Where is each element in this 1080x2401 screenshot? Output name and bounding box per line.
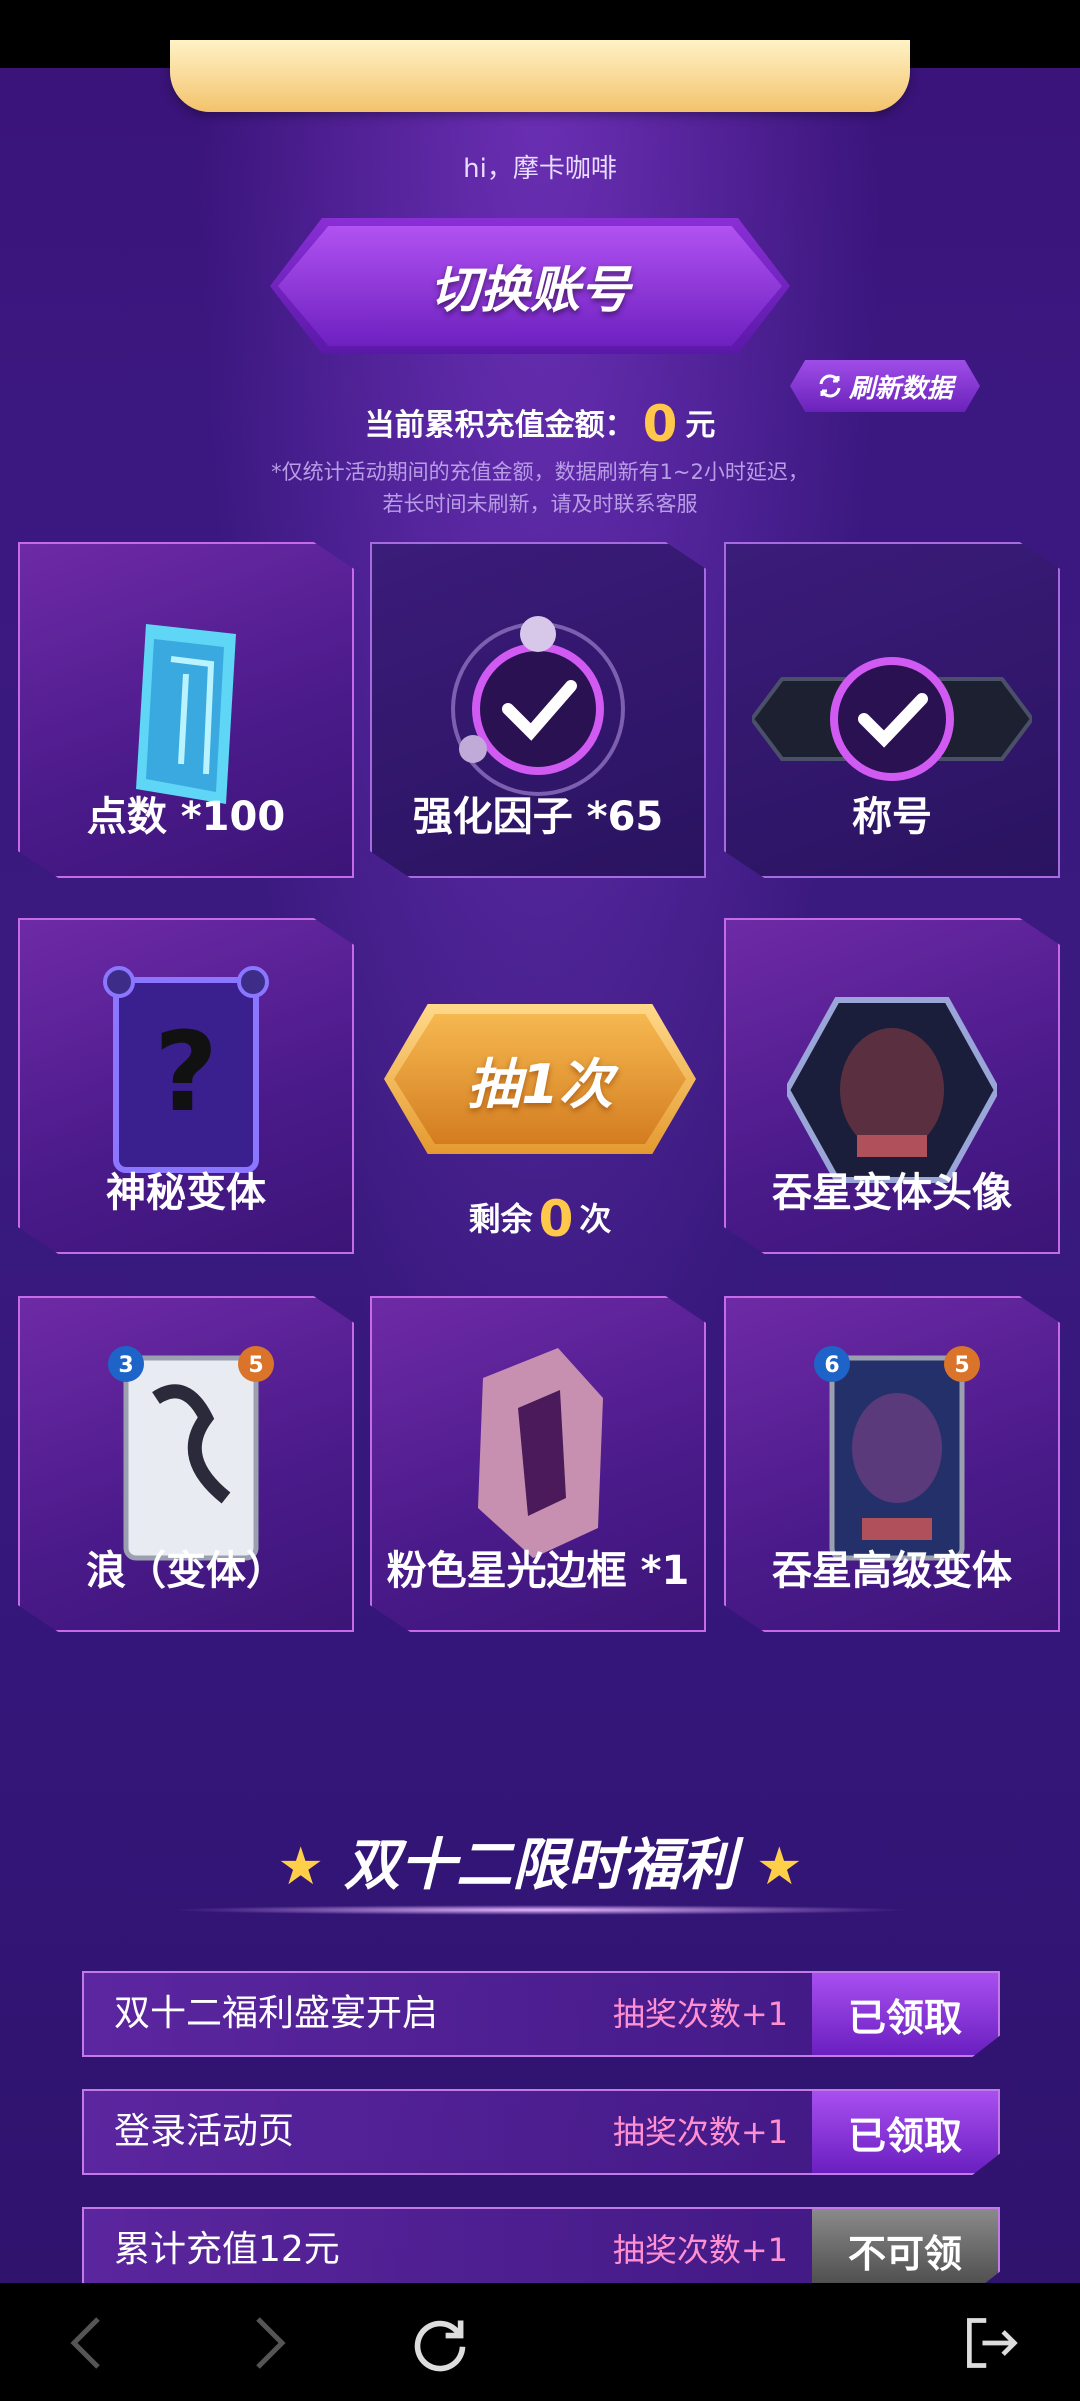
note-line-2: 若长时间未刷新，请及时联系客服 <box>382 492 698 516</box>
remaining-prefix: 剩余 <box>468 1200 533 1238</box>
prize-card-points: 点数 *100 <box>18 542 354 878</box>
title-divider <box>170 1905 910 1915</box>
amount-label: 当前累积充值金额： <box>364 408 635 443</box>
switch-account-button[interactable]: 切换账号 <box>270 218 790 354</box>
greeting-text: hi，摩卡咖啡 <box>463 154 617 184</box>
remaining-draws: 剩余 0 次 <box>384 1190 696 1248</box>
task-reward: 抽奖次数+1 <box>612 2113 788 2151</box>
wave-power: 5 <box>248 1353 263 1378</box>
prize-card-wave-variant: 3 5 浪（变体） <box>18 1296 354 1632</box>
galactus-card-icon: 6 5 <box>814 1346 980 1561</box>
task-claim-button[interactable]: 已领取 <box>812 2091 998 2173</box>
prize-label: 粉色星光边框 *1 <box>386 1548 690 1594</box>
star-icon: ★ <box>756 1837 803 1897</box>
galactus-power: 5 <box>954 1353 969 1378</box>
task-claim-button[interactable]: 已领取 <box>812 1973 998 2055</box>
note-line-1: *仅统计活动期间的充值金额，数据刷新有1~2小时延迟， <box>271 460 809 484</box>
section-title-text: 双十二限时福利 <box>344 1833 736 1898</box>
prize-label: 强化因子 *65 <box>412 794 664 840</box>
task-reward: 抽奖次数+1 <box>612 1995 788 2033</box>
pink-frame-icon <box>478 1348 603 1558</box>
exit-icon[interactable] <box>960 2313 1020 2373</box>
checkmark-badge-icon <box>752 657 1032 781</box>
prize-label: 点数 *100 <box>86 794 286 840</box>
top-banner <box>170 40 910 112</box>
amount-value: 0 <box>642 395 678 453</box>
mystery-card-icon: ? <box>103 966 269 1173</box>
reload-icon[interactable] <box>410 2313 470 2373</box>
amount-unit: 元 <box>685 408 716 443</box>
prize-card-enhance-factor: 强化因子 *65 <box>370 542 706 878</box>
prize-card-galactus-variant: 6 5 吞星高级变体 <box>724 1296 1060 1632</box>
section-title: ★ 双十二限时福利 ★ <box>0 1820 1080 1901</box>
recharge-amount: 当前累积充值金额： 0 元 <box>0 395 1080 453</box>
prize-card-title: 称号 <box>724 542 1060 878</box>
remaining-suffix: 次 <box>579 1200 612 1238</box>
task-row: 登录活动页 抽奖次数+1 已领取 <box>82 2089 1000 2175</box>
wave-cost: 3 <box>118 1353 133 1378</box>
star-icon: ★ <box>277 1837 324 1897</box>
remaining-count: 0 <box>538 1190 574 1248</box>
draw-once-button[interactable]: 抽1次 <box>384 1004 696 1154</box>
wave-card-icon: 3 5 <box>108 1346 274 1561</box>
task-reward: 抽奖次数+1 <box>612 2231 788 2269</box>
prize-card-galactus-avatar: 吞星变体头像 <box>724 918 1060 1254</box>
forward-icon[interactable] <box>240 2313 300 2373</box>
task-row: 累计充值12元 抽奖次数+1 不可领 <box>82 2207 1000 2293</box>
draw-once-label: 抽1次 <box>467 1052 613 1116</box>
task-name: 双十二福利盛宴开启 <box>114 1993 439 2034</box>
galactus-cost: 6 <box>824 1353 839 1378</box>
checkmark-orb-icon <box>451 616 625 796</box>
prize-label: 吞星高级变体 <box>772 1548 1012 1594</box>
switch-account-label: 切换账号 <box>430 261 630 319</box>
bottom-nav-bar <box>0 2283 1080 2401</box>
task-name: 累计充值12元 <box>114 2229 340 2270</box>
task-name: 登录活动页 <box>114 2111 295 2152</box>
prize-card-mystery-variant: ? 神秘变体 <box>18 918 354 1254</box>
svg-text:?: ? <box>154 1008 218 1136</box>
task-row: 双十二福利盛宴开启 抽奖次数+1 已领取 <box>82 1971 1000 2057</box>
prize-label: 浪（变体） <box>86 1548 286 1594</box>
prize-label: 神秘变体 <box>106 1170 266 1216</box>
notes: *仅统计活动期间的充值金额，数据刷新有1~2小时延迟， 若长时间未刷新，请及时联… <box>0 456 1080 520</box>
back-icon[interactable] <box>56 2313 116 2373</box>
prize-label: 吞星变体头像 <box>772 1170 1012 1216</box>
prize-card-pink-frame: 粉色星光边框 *1 <box>370 1296 706 1632</box>
prize-label: 称号 <box>852 794 932 840</box>
galactus-avatar-icon <box>787 997 997 1183</box>
task-claim-button[interactable]: 不可领 <box>812 2209 998 2291</box>
